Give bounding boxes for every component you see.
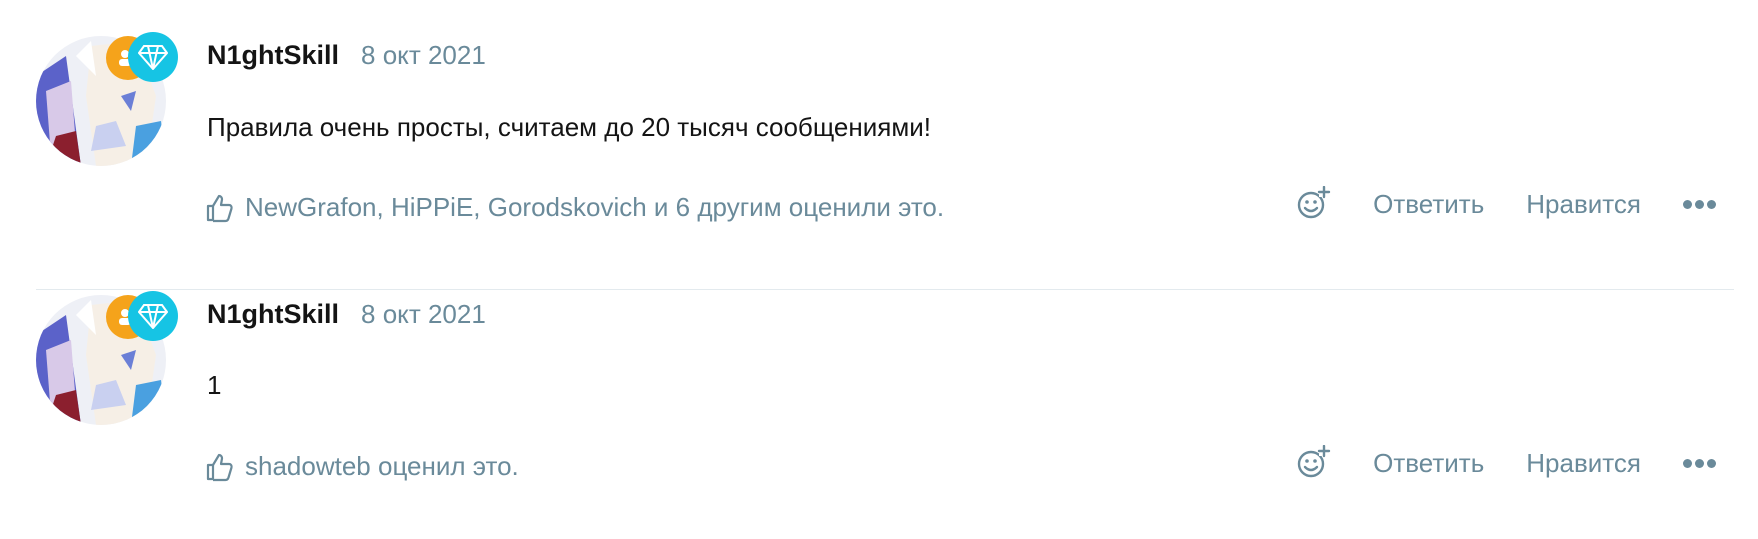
add-reaction-icon[interactable]: [1295, 445, 1331, 481]
author-avatar[interactable]: [36, 32, 178, 166]
reactions-text[interactable]: shadowteb оценил это.: [245, 451, 519, 482]
thumbs-up-icon: [206, 194, 233, 222]
post-date[interactable]: 8 окт 2021: [361, 40, 486, 71]
thumbs-up-icon: [206, 453, 233, 481]
reply-button[interactable]: Ответить: [1373, 448, 1484, 479]
add-reaction-icon[interactable]: [1295, 186, 1331, 222]
author-name[interactable]: N1ghtSkill: [207, 40, 339, 71]
post: N1ghtSkill 8 окт 2021 1 shadowteb оценил…: [0, 290, 1758, 539]
author-avatar[interactable]: [36, 291, 178, 425]
more-options-icon[interactable]: [1683, 199, 1716, 209]
more-options-icon[interactable]: [1683, 458, 1716, 468]
post-message: Правила очень просты, считаем до 20 тыся…: [207, 112, 931, 142]
diamond-badge-icon: [128, 291, 178, 341]
like-button[interactable]: Нравится: [1526, 448, 1641, 479]
author-name[interactable]: N1ghtSkill: [207, 299, 339, 330]
post-date[interactable]: 8 окт 2021: [361, 299, 486, 330]
reactions-text[interactable]: NewGrafon, HiPPiE, Gorodskovich и 6 друг…: [245, 192, 944, 223]
post-actions: Ответить Нравится: [1295, 186, 1716, 222]
like-button[interactable]: Нравится: [1526, 189, 1641, 220]
post-header: N1ghtSkill 8 окт 2021: [207, 40, 486, 71]
reply-button[interactable]: Ответить: [1373, 189, 1484, 220]
post-actions: Ответить Нравится: [1295, 445, 1716, 481]
post-message: 1: [207, 370, 222, 400]
reactions-summary[interactable]: NewGrafon, HiPPiE, Gorodskovich и 6 друг…: [205, 192, 944, 223]
reactions-summary[interactable]: shadowteb оценил это.: [205, 451, 519, 482]
post: N1ghtSkill 8 окт 2021 Правила очень прос…: [0, 0, 1758, 290]
diamond-badge-icon: [128, 32, 178, 82]
post-header: N1ghtSkill 8 окт 2021: [207, 299, 486, 330]
